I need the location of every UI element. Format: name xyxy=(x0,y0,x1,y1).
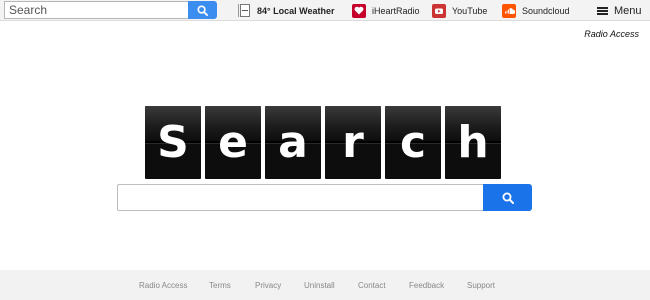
toolbar-search-button[interactable] xyxy=(188,1,217,19)
main-search-input[interactable] xyxy=(117,184,483,211)
logo-tile: r xyxy=(325,106,381,179)
main-search xyxy=(117,184,532,211)
footer: Radio Access Terms Privacy Uninstall Con… xyxy=(0,270,650,300)
soundcloud-icon xyxy=(502,3,516,18)
soundcloud-link[interactable]: Soundcloud xyxy=(502,0,570,21)
iheartradio-link[interactable]: iHeartRadio xyxy=(352,0,420,21)
footer-link-privacy[interactable]: Privacy xyxy=(255,281,281,290)
logo-tile: c xyxy=(385,106,441,179)
logo-tile: h xyxy=(445,106,501,179)
iheartradio-icon xyxy=(352,3,366,18)
footer-link-uninstall[interactable]: Uninstall xyxy=(304,281,335,290)
footer-link-feedback[interactable]: Feedback xyxy=(409,281,444,290)
youtube-icon xyxy=(432,3,446,18)
toolbar-search xyxy=(4,1,217,19)
search-icon xyxy=(502,192,514,204)
page: 84° Local Weather iHeartRadio YouTube So… xyxy=(0,0,650,300)
weather-link[interactable]: 84° Local Weather xyxy=(240,0,334,21)
main-search-button[interactable] xyxy=(483,184,532,211)
top-toolbar: 84° Local Weather iHeartRadio YouTube So… xyxy=(0,0,650,21)
weather-label: 84° Local Weather xyxy=(257,5,335,16)
search-icon xyxy=(197,4,208,16)
footer-link-contact[interactable]: Contact xyxy=(358,281,386,290)
youtube-link[interactable]: YouTube xyxy=(432,0,487,21)
youtube-label: YouTube xyxy=(452,5,488,16)
logo-tile: e xyxy=(205,106,261,179)
soundcloud-label: Soundcloud xyxy=(522,5,570,16)
toolbar-divider xyxy=(238,4,239,17)
search-logo: S e a r c h xyxy=(145,106,503,179)
toolbar-search-input[interactable] xyxy=(4,1,188,19)
menu-label: Menu xyxy=(614,4,642,17)
logo-tile: S xyxy=(145,106,201,179)
footer-link-support[interactable]: Support xyxy=(467,281,495,290)
brand-label: Radio Access xyxy=(584,29,639,39)
menu-button[interactable]: Menu xyxy=(597,0,642,21)
hamburger-icon xyxy=(597,6,608,15)
weather-icon xyxy=(240,4,250,17)
footer-link-terms[interactable]: Terms xyxy=(209,281,231,290)
logo-tile: a xyxy=(265,106,321,179)
iheartradio-label: iHeartRadio xyxy=(372,5,420,16)
footer-link-radio-access[interactable]: Radio Access xyxy=(139,281,187,290)
